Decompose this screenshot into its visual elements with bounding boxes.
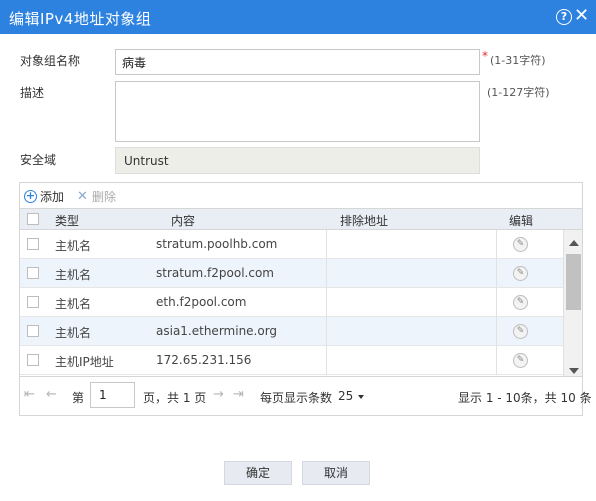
column-header-edit: 编辑 bbox=[509, 214, 534, 228]
row-checkbox[interactable] bbox=[27, 267, 39, 279]
column-divider bbox=[326, 230, 327, 259]
select-all-checkbox[interactable] bbox=[27, 213, 39, 225]
records-summary: 显示 1 - 10条，共 10 条 bbox=[458, 391, 592, 405]
cancel-button[interactable]: 取消 bbox=[302, 461, 370, 485]
pencil-icon[interactable]: ✎ bbox=[513, 353, 528, 368]
page-size-label: 每页显示条数 bbox=[260, 391, 333, 405]
prev-page-icon[interactable]: ← bbox=[46, 387, 57, 402]
row-checkbox[interactable] bbox=[27, 354, 39, 366]
scrollbar-thumb[interactable] bbox=[566, 254, 581, 310]
last-page-icon[interactable]: ⇥ bbox=[233, 387, 244, 402]
close-icon[interactable]: ✕ bbox=[574, 6, 589, 26]
pencil-icon[interactable]: ✎ bbox=[513, 324, 528, 339]
page-size-select[interactable]: 25 bbox=[338, 389, 365, 403]
row-content: stratum.poolhb.com bbox=[156, 237, 278, 251]
column-divider bbox=[326, 346, 327, 375]
scroll-down-arrow-icon[interactable] bbox=[569, 368, 579, 374]
row-type: 主机名 bbox=[55, 268, 92, 282]
security-zone-value: Untrust bbox=[115, 147, 480, 174]
description-label: 描述 bbox=[20, 86, 45, 100]
delete-icon: ✕ bbox=[77, 189, 88, 204]
column-divider bbox=[496, 317, 497, 346]
table-row[interactable]: 主机名 stratum.f2pool.com ✎ bbox=[20, 259, 563, 288]
description-hint: (1-127字符) bbox=[487, 86, 550, 99]
column-divider bbox=[496, 259, 497, 288]
row-type: 主机名 bbox=[55, 239, 92, 253]
pencil-icon[interactable]: ✎ bbox=[513, 266, 528, 281]
table-header: 类型 内容 排除地址 编辑 bbox=[20, 208, 582, 230]
column-divider bbox=[326, 288, 327, 317]
row-type: 主机名 bbox=[55, 326, 92, 340]
row-checkbox[interactable] bbox=[27, 238, 39, 250]
dialog-title: 编辑IPv4地址对象组 bbox=[9, 10, 152, 28]
column-divider bbox=[326, 317, 327, 346]
chevron-down-icon bbox=[358, 394, 365, 399]
address-grid: + 添加 ✕ 删除 类型 内容 排除地址 编辑 主机名 stratum.pool… bbox=[19, 182, 592, 416]
row-content: asia1.ethermine.org bbox=[156, 324, 278, 338]
grid-toolbar: + 添加 ✕ 删除 bbox=[20, 183, 582, 208]
column-divider bbox=[496, 230, 497, 259]
row-content: 172.65.231.156 bbox=[156, 353, 252, 367]
pencil-icon[interactable]: ✎ bbox=[513, 295, 528, 310]
add-button[interactable]: + 添加 bbox=[24, 188, 64, 205]
table-scrollbar[interactable] bbox=[563, 230, 582, 376]
security-zone-label: 安全域 bbox=[20, 153, 57, 167]
help-icon[interactable]: ? bbox=[556, 9, 572, 25]
add-label: 添加 bbox=[40, 190, 65, 204]
table-row[interactable]: 主机名 stratum.poolhb.com ✎ bbox=[20, 230, 563, 259]
group-name-input[interactable] bbox=[115, 49, 480, 75]
name-label: 对象组名称 bbox=[20, 54, 81, 68]
page-total: 页，共 1 页 bbox=[143, 391, 207, 405]
table-row[interactable]: 主机名 asia1.ethermine.org ✎ bbox=[20, 317, 563, 346]
pagination-bar: ⇤ ← 第 页，共 1 页 → ⇥ 每页显示条数 25 显示 1 - 10条，共… bbox=[20, 376, 592, 415]
column-header-content[interactable]: 内容 bbox=[171, 212, 195, 229]
row-checkbox[interactable] bbox=[27, 325, 39, 337]
pencil-icon[interactable]: ✎ bbox=[513, 237, 528, 252]
plus-icon: + bbox=[24, 189, 37, 203]
table-row[interactable]: 主机名 eth.f2pool.com ✎ bbox=[20, 288, 563, 317]
name-hint: (1-31字符) bbox=[490, 54, 546, 67]
column-divider bbox=[496, 288, 497, 317]
next-page-icon[interactable]: → bbox=[213, 387, 224, 402]
description-textarea[interactable] bbox=[115, 81, 480, 142]
first-page-icon[interactable]: ⇤ bbox=[24, 387, 35, 402]
column-divider bbox=[496, 346, 497, 375]
column-divider bbox=[326, 259, 327, 288]
ok-button[interactable]: 确定 bbox=[224, 461, 292, 485]
dialog-titlebar: 编辑IPv4地址对象组 ? ✕ bbox=[0, 0, 596, 34]
table-row[interactable]: 主机IP地址 172.65.231.156 ✎ bbox=[20, 346, 563, 375]
required-mark: * bbox=[482, 49, 488, 63]
delete-label: 删除 bbox=[92, 190, 117, 204]
page-size-value: 25 bbox=[338, 389, 354, 403]
column-header-type[interactable]: 类型 bbox=[55, 212, 79, 229]
row-checkbox[interactable] bbox=[27, 296, 39, 308]
page-prefix: 第 bbox=[72, 391, 85, 405]
row-type: 主机IP地址 bbox=[55, 355, 114, 369]
row-content: stratum.f2pool.com bbox=[156, 266, 274, 280]
table-body: 主机名 stratum.poolhb.com ✎ 主机名 stratum.f2p… bbox=[20, 230, 563, 376]
column-header-exclude[interactable]: 排除地址 bbox=[340, 212, 388, 229]
row-type: 主机名 bbox=[55, 297, 92, 311]
delete-button[interactable]: ✕ 删除 bbox=[76, 188, 116, 205]
scroll-up-arrow-icon[interactable] bbox=[569, 240, 579, 246]
row-content: eth.f2pool.com bbox=[156, 295, 247, 309]
page-number-input[interactable] bbox=[90, 382, 135, 408]
